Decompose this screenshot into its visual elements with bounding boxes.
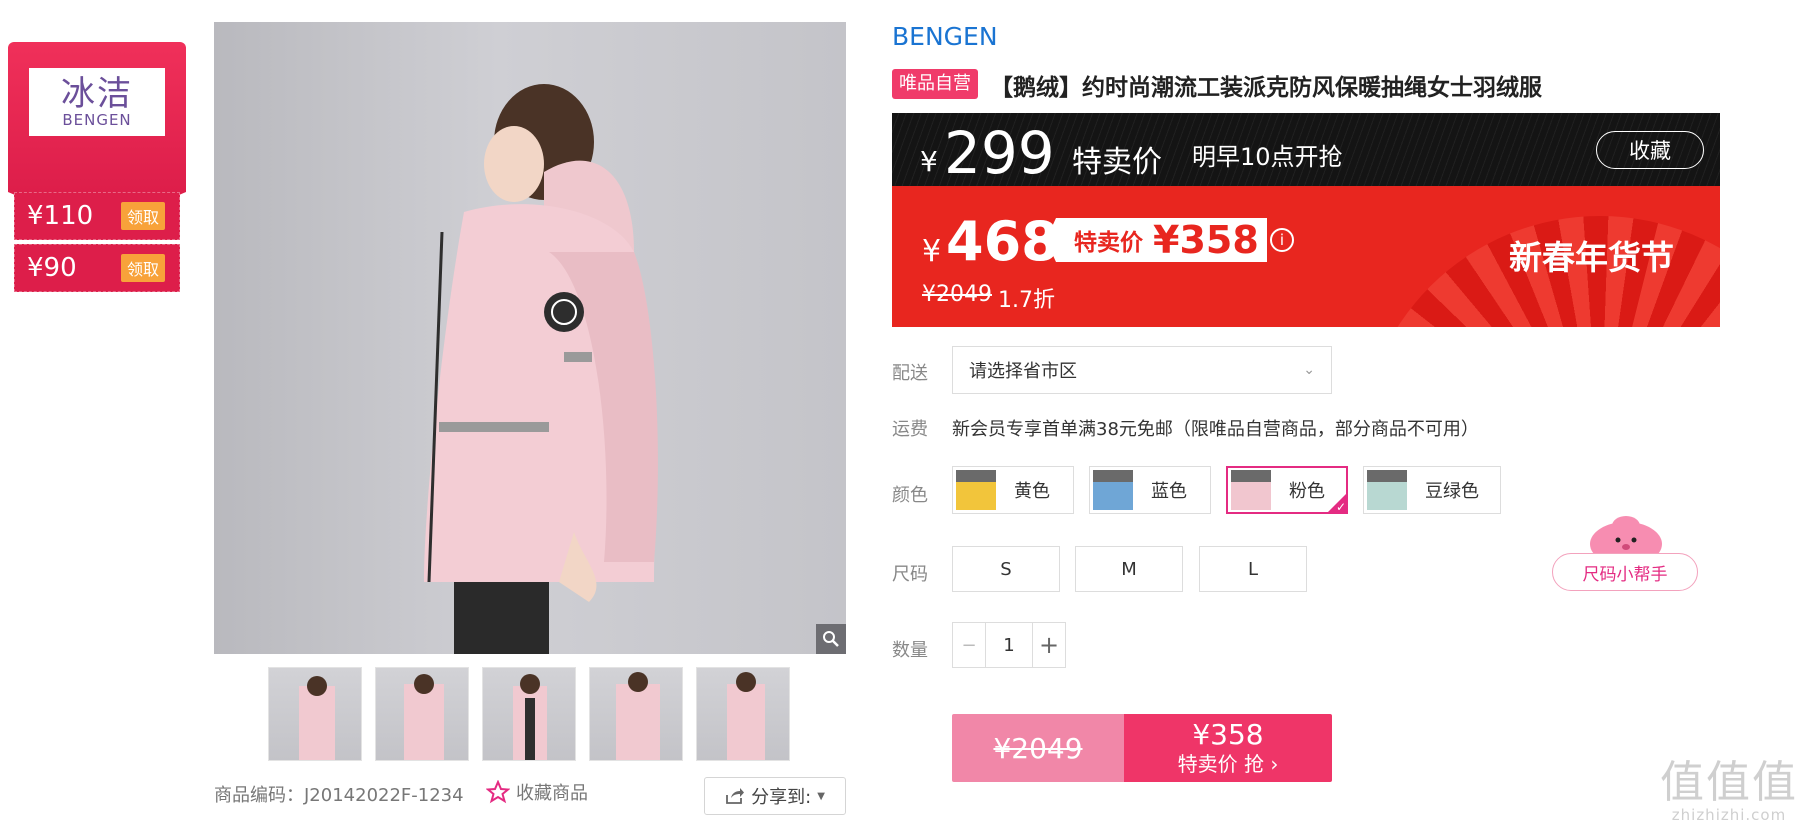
festival-price-banner: ¥ 468 特卖价 ¥358 i ¥2049 1.7折 新春年货节 [892,186,1720,327]
favorite-product-label: 收藏商品 [516,783,588,804]
color-option-blue[interactable]: 蓝色 [1089,466,1211,514]
color-swatch [1231,470,1271,510]
coupon-90[interactable]: ¥90 领取 [14,244,180,292]
festival-label: 新春年货节 [1509,238,1674,277]
color-name: 蓝色 [1151,481,1187,502]
watermark-url: zhizhizhi.com [1671,806,1787,824]
special-price-tag-label: 特卖价 [1074,230,1143,256]
special-price-label: 特卖价 [1072,145,1162,180]
brand-logo-cn: 冰洁 [61,74,133,114]
quantity-decrease-button[interactable]: − [953,623,985,667]
color-swatch [1093,470,1133,510]
discount-rate: 1.7折 [998,288,1055,313]
color-swatch [956,470,996,510]
currency-symbol: ¥ [920,145,938,178]
current-price: 468 [946,210,1059,273]
region-select-value: 请选择省市区 [969,361,1077,382]
claim-coupon-button[interactable]: 领取 [120,254,165,282]
size-option-l[interactable]: L [1199,546,1307,592]
product-code: 商品编码：J20142022F-1234 [214,785,464,806]
watermark-logo: 值值值 [1660,757,1798,808]
share-button[interactable]: 分享到: ▼ [704,777,846,815]
shipping-label: 运费 [892,419,928,440]
favorite-product-link[interactable]: 收藏商品 [486,779,588,805]
buy-price: ¥358 [1192,718,1264,751]
presale-price: 299 [944,119,1055,186]
collect-button[interactable]: 收藏 [1596,131,1704,169]
color-name: 豆绿色 [1425,481,1479,502]
special-price-tag: 特卖价 ¥358 [1046,218,1267,262]
thumbnail-image [299,676,335,760]
quantity-increase-button[interactable]: + [1033,623,1065,667]
chevron-down-icon: ⌄ [1303,362,1315,378]
size-option-m[interactable]: M [1075,546,1183,592]
mascot-icon [1590,516,1662,558]
size-option-s[interactable]: S [952,546,1060,592]
delivery-label: 配送 [892,363,928,384]
thumbnail-image [727,672,765,760]
thumbnail-3[interactable] [482,667,576,761]
coupon-amount: ¥110 [27,201,94,231]
original-price: ¥2049 [922,282,992,307]
share-icon [726,788,745,804]
special-price-tag-value: ¥358 [1153,218,1259,262]
color-option-bean-green[interactable]: 豆绿色 [1363,466,1501,514]
thumbnail-1[interactable] [268,667,362,761]
color-name: 黄色 [1014,481,1050,502]
info-icon[interactable]: i [1270,228,1294,252]
thumbnail-image [616,672,660,760]
sale-start-time: 明早10点开抢 [1192,143,1343,171]
zoom-button[interactable] [816,624,846,654]
buy-button[interactable]: ¥2049 ¥358 特卖价 抢 › [952,714,1332,782]
thumbnail-image [513,674,547,760]
thumbnail-2[interactable] [375,667,469,761]
share-label: 分享到: [751,787,812,808]
region-select[interactable]: 请选择省市区 ⌄ [952,346,1332,394]
thumbnail-4[interactable] [589,667,683,761]
thumbnail-image [404,674,444,760]
presale-price-banner: ¥ 299 特卖价 明早10点开抢 收藏 [892,113,1720,186]
quantity-input[interactable]: 1 [985,623,1033,667]
size-helper-button[interactable]: 尺码小帮手 [1552,553,1698,591]
coupon-amount: ¥90 [27,253,77,283]
brand-logo[interactable]: 冰洁 BENGEN [29,68,165,136]
product-title: 【鹅绒】约时尚潮流工装派克防风保暖抽绳女士羽绒服 [990,75,1542,101]
size-label: 尺码 [892,564,928,585]
buy-original-price: ¥2049 [952,714,1124,782]
star-icon [486,780,510,804]
brand-link[interactable]: BENGEN [892,22,998,51]
claim-coupon-button[interactable]: 领取 [120,202,165,230]
brand-coupon-card: 冰洁 BENGEN ¥110 领取 ¥90 领取 [8,42,186,298]
main-product-image[interactable] [214,22,846,654]
thumbnail-5[interactable] [696,667,790,761]
color-option-yellow[interactable]: 黄色 [952,466,1074,514]
quantity-stepper[interactable]: − 1 + [952,622,1066,668]
shipping-text: 新会员专享首单满38元免邮（限唯品自营商品，部分商品不可用） [952,419,1479,440]
color-option-pink[interactable]: 粉色 ✓ [1226,466,1348,514]
color-label: 颜色 [892,485,928,506]
self-operated-badge: 唯品自营 [892,69,978,99]
buy-action-area[interactable]: ¥358 特卖价 抢 › [1124,714,1332,782]
brand-logo-en: BENGEN [62,111,132,129]
model-photo [424,84,658,654]
watermark: 值值值 zhizhizhi.com [1660,746,1798,824]
color-swatch [1367,470,1407,510]
coupon-110[interactable]: ¥110 领取 [14,192,180,240]
chevron-down-icon: ▼ [817,790,825,802]
selected-check-icon: ✓ [1326,492,1348,514]
quantity-label: 数量 [892,640,928,661]
buy-action-label: 特卖价 抢 › [1177,752,1279,776]
color-name: 粉色 [1289,481,1325,502]
currency-symbol: ¥ [922,234,942,269]
magnifier-icon [823,631,839,647]
